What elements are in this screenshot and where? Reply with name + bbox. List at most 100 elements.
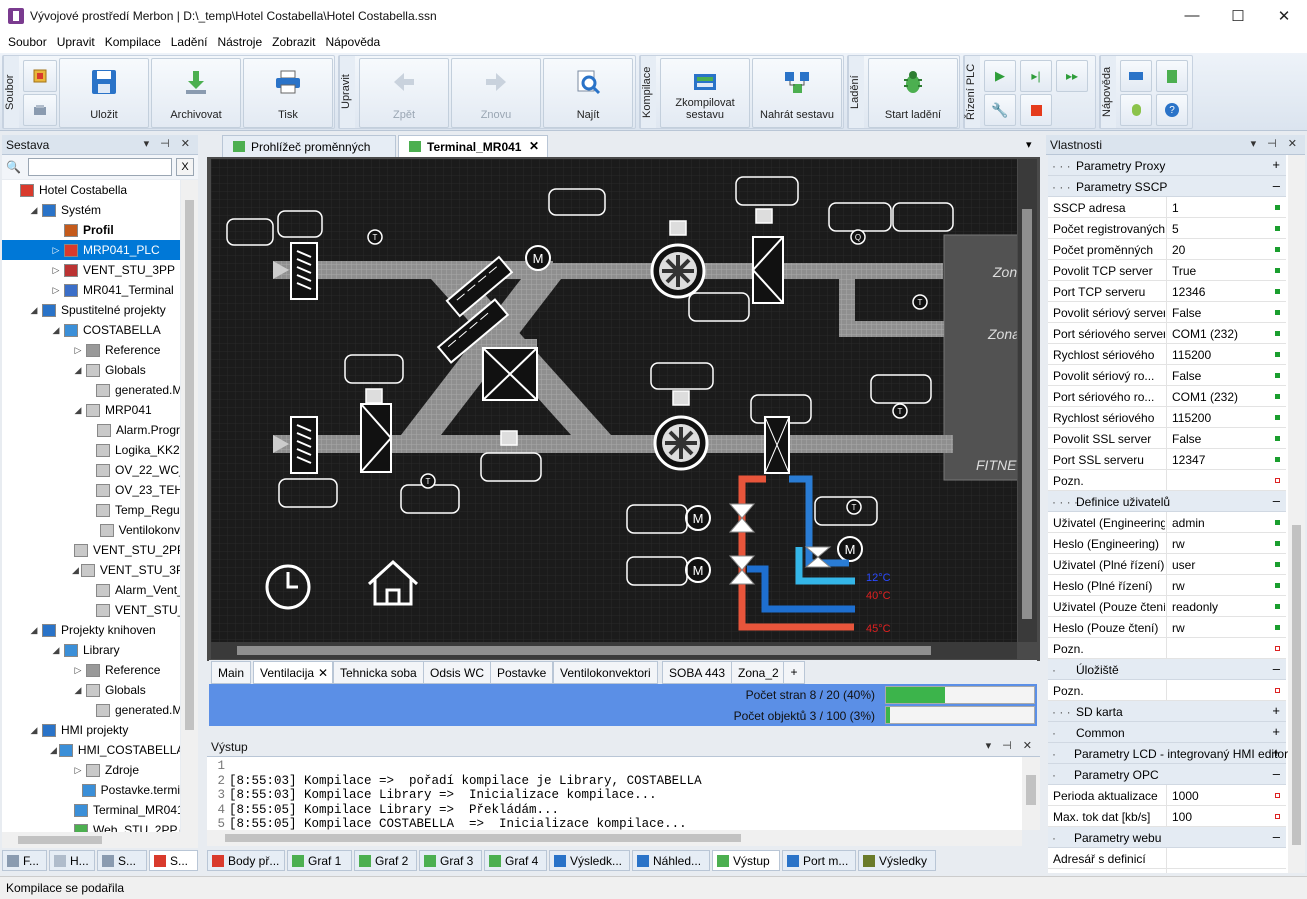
property-value[interactable]: False <box>1172 369 1272 383</box>
expand-toggle-icon[interactable]: ▷ <box>72 765 84 776</box>
expand-toggle-icon[interactable]: ◢ <box>72 405 84 416</box>
property-row[interactable]: Pozn. <box>1048 680 1286 701</box>
properties-scrollbar[interactable] <box>1288 155 1305 873</box>
expand-category-icon[interactable]: + <box>1272 745 1280 760</box>
tree-node[interactable]: Terminal_MR041 <box>2 800 180 820</box>
property-value[interactable]: False <box>1172 432 1272 446</box>
upload-button[interactable]: Nahrát sestavu <box>752 58 842 128</box>
property-category[interactable]: · · · · Definice uživatelů – <box>1048 491 1286 512</box>
expand-toggle-icon[interactable]: ◢ <box>50 745 57 756</box>
undo-button[interactable]: Zpět <box>359 58 449 128</box>
find-button[interactable]: Najít <box>543 58 633 128</box>
property-row[interactable]: Šablona zařízení <box>1048 869 1286 873</box>
property-value[interactable]: rw <box>1172 579 1272 593</box>
tree-scrollbar[interactable] <box>181 180 198 832</box>
tree-node[interactable]: Ventilokonv <box>2 520 180 540</box>
bottom-tab[interactable]: Graf 1 <box>287 850 352 871</box>
tree-node[interactable]: Hotel Costabella <box>2 180 180 200</box>
property-category[interactable]: · Parametry LCD - integrovaný HMI editor + <box>1048 743 1288 764</box>
collapse-category-icon[interactable]: – <box>1273 178 1280 193</box>
sheet-tab-tehnicka-soba[interactable]: Tehnicka soba <box>333 661 424 684</box>
tree-node[interactable]: ◢ HMI_COSTABELLA <box>2 740 180 760</box>
property-value[interactable]: 5 <box>1172 222 1272 236</box>
plc-run-button[interactable]: ▶ <box>984 60 1016 92</box>
property-category[interactable]: · Parametry OPC – <box>1048 764 1286 785</box>
tree-node[interactable]: ▷ VENT_STU_3PP <box>2 260 180 280</box>
help-manual-button[interactable] <box>1156 60 1188 92</box>
menu-napoveda[interactable]: Nápověda <box>322 35 385 49</box>
hmi-hscrollbar[interactable] <box>211 642 1017 659</box>
expand-toggle-icon[interactable]: ◢ <box>72 565 79 576</box>
expand-toggle-icon[interactable]: ▷ <box>50 285 62 296</box>
property-row[interactable]: Počet proměnných 20 <box>1048 239 1286 260</box>
property-row[interactable]: Uživatel (Engineering) admin <box>1048 512 1286 533</box>
plc-step-over-button[interactable]: ▸▸ <box>1056 60 1088 92</box>
property-row[interactable]: Počet registrovaných 5 <box>1048 218 1286 239</box>
panel-pin-close-icons[interactable]: ▾ ⊣ ✕ <box>1251 137 1301 150</box>
property-category[interactable]: · · · Parametry SSCP – <box>1048 176 1286 197</box>
property-value[interactable]: COM1 (232) <box>1172 327 1272 341</box>
help-course-button[interactable] <box>1120 60 1152 92</box>
property-row[interactable]: Povolit SSL server False <box>1048 428 1286 449</box>
menu-soubor[interactable]: Soubor <box>4 35 51 49</box>
property-row[interactable]: Heslo (Engineering) rw <box>1048 533 1286 554</box>
property-row[interactable]: Heslo (Pouze čtení) rw <box>1048 617 1286 638</box>
property-row[interactable]: Adresář s definicí <box>1048 848 1286 869</box>
tree-node[interactable]: VENT_STU_2PP <box>2 540 180 560</box>
menu-ladeni[interactable]: Ladění <box>167 35 212 49</box>
tree-node[interactable]: ▷ MRP041_PLC <box>2 240 180 260</box>
new-project-button[interactable] <box>23 60 57 92</box>
sheet-tab-ventilacija[interactable]: Ventilacija ✕ <box>253 661 333 684</box>
property-row[interactable]: Uživatel (Plné řízení) user <box>1048 554 1286 575</box>
tab-terminal[interactable]: Terminal_MR041 ✕ <box>398 135 548 157</box>
bottom-tab[interactable]: Graf 3 <box>419 850 482 871</box>
property-row[interactable]: Povolit sériový ro... False <box>1048 365 1286 386</box>
sheet-tab-postavke[interactable]: Postavke <box>490 661 554 684</box>
property-row[interactable]: Pozn. <box>1048 638 1286 659</box>
bottom-tab[interactable]: Výsledk... <box>549 850 630 871</box>
property-value[interactable]: 115200 <box>1172 411 1272 425</box>
property-row[interactable]: Povolit TCP server True <box>1048 260 1286 281</box>
property-value[interactable]: 1 <box>1172 201 1272 215</box>
bottom-tab[interactable]: Náhled... <box>632 850 710 871</box>
menu-zobrazit[interactable]: Zobrazit <box>268 35 319 49</box>
close-button[interactable]: ✕ <box>1261 0 1307 31</box>
tree-hscrollbar[interactable] <box>2 832 198 848</box>
menu-kompilace[interactable]: Kompilace <box>101 35 165 49</box>
tree-node[interactable]: ◢ Systém <box>2 200 180 220</box>
property-value[interactable]: 1000 <box>1172 789 1272 803</box>
property-category[interactable]: · · · Parametry Proxy + <box>1048 155 1286 176</box>
expand-category-icon[interactable]: + <box>1272 724 1280 739</box>
tree-node[interactable]: ◢ Projekty knihoven <box>2 620 180 640</box>
tree-node[interactable]: OV_23_TEH_ <box>2 480 180 500</box>
expand-toggle-icon[interactable]: ◢ <box>72 685 84 696</box>
tree-node[interactable]: OV_22_WC_ <box>2 460 180 480</box>
property-row[interactable]: Perioda aktualizace 1000 <box>1048 785 1286 806</box>
expand-toggle-icon[interactable]: ◢ <box>28 625 40 636</box>
expand-toggle-icon[interactable]: ◢ <box>50 325 62 336</box>
property-value[interactable]: 100 <box>1172 810 1272 824</box>
bottom-tab[interactable]: Body př... <box>207 850 285 871</box>
property-value[interactable]: rw <box>1172 621 1272 635</box>
close-tab-icon[interactable]: ✕ <box>529 139 539 153</box>
tree-node[interactable]: ◢ VENT_STU_3PP <box>2 560 180 580</box>
tree-search-input[interactable] <box>28 158 172 176</box>
property-value[interactable]: True <box>1172 264 1272 278</box>
open-project-button[interactable] <box>23 94 57 126</box>
tab-variable-browser[interactable]: Prohlížeč proměnných <box>222 135 396 157</box>
expand-category-icon[interactable]: + <box>1272 703 1280 718</box>
property-value[interactable]: 12346 <box>1172 285 1272 299</box>
property-row[interactable]: Port SSL serveru 12347 <box>1048 449 1286 470</box>
expand-toggle-icon[interactable]: ▷ <box>50 265 62 276</box>
tree-node[interactable]: Alarm.Progr <box>2 420 180 440</box>
plc-step-button[interactable]: ▸| <box>1020 60 1052 92</box>
tree-node[interactable]: ◢ MRP041 <box>2 400 180 420</box>
expand-toggle-icon[interactable]: ◢ <box>50 645 62 656</box>
left-tab-f[interactable]: F... <box>2 850 47 871</box>
property-row[interactable]: Pozn. <box>1048 470 1286 491</box>
tree-hscroll-thumb[interactable] <box>18 836 102 844</box>
property-row[interactable]: Port sériového serveru COM1 (232) <box>1048 323 1286 344</box>
sheet-tab-ventilokonvektori[interactable]: Ventilokonvektori <box>553 661 658 684</box>
property-row[interactable]: Uživatel (Pouze čtení) readonly <box>1048 596 1286 617</box>
expand-toggle-icon[interactable]: ◢ <box>72 365 84 376</box>
